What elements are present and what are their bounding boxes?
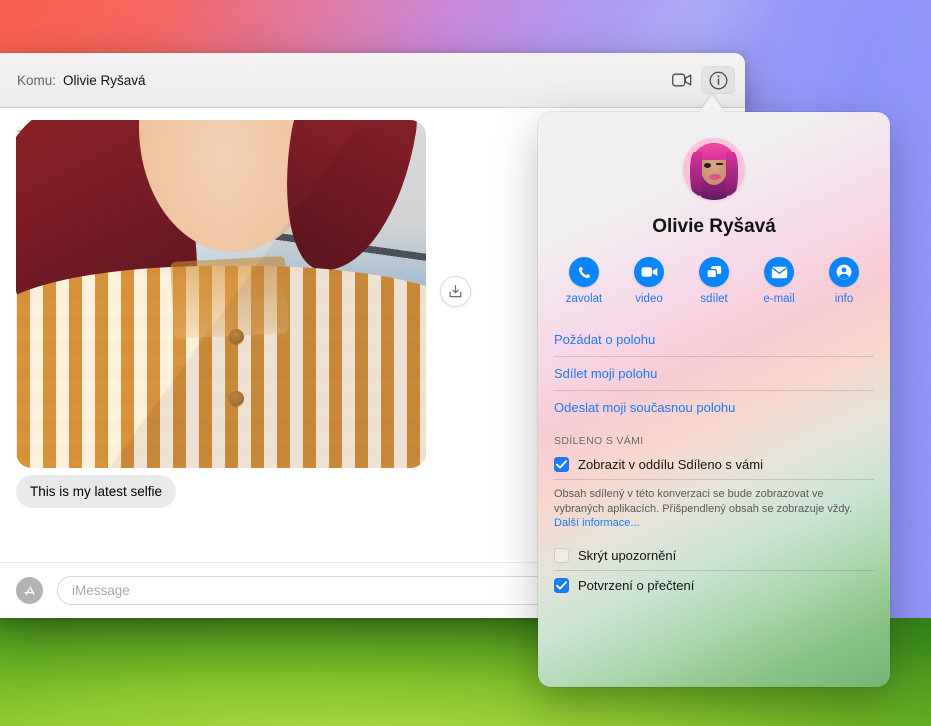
app-store-button[interactable] — [16, 577, 43, 604]
shared-with-you-heading: SDÍLENO S VÁMI — [538, 424, 890, 450]
window-titlebar: Komu: Olivie Ryšavá — [0, 53, 745, 108]
location-menu: Požádat o polohu Sdílet moji polohu Odes… — [538, 323, 890, 424]
checkbox-label: Zobrazit v oddílu Sdíleno s vámi — [578, 457, 763, 472]
action-info[interactable]: info — [816, 257, 872, 305]
checkbox-unchecked-icon[interactable] — [554, 548, 569, 563]
menu-item-request-location[interactable]: Požádat o polohu — [552, 323, 876, 356]
action-circle — [699, 257, 729, 287]
action-label: e-mail — [763, 293, 794, 305]
checkbox-row-hide-alerts[interactable]: Skrýt upozornění — [538, 541, 890, 570]
action-circle — [764, 257, 794, 287]
checkbox-row-show-in-shared-with-you[interactable]: Zobrazit v oddílu Sdíleno s vámi — [538, 450, 890, 479]
menu-item-send-current-location[interactable]: Odeslat moji současnou polohu — [552, 391, 876, 424]
action-label: sdílet — [700, 293, 728, 305]
popover-arrow — [698, 96, 726, 113]
contact-info-popover: Olivie Ryšavá zavolat video — [538, 112, 890, 687]
checkbox-row-read-receipts[interactable]: Potvrzení o přečtení — [538, 571, 890, 600]
memoji-avatar[interactable] — [683, 138, 745, 200]
avatar-lips — [709, 174, 721, 180]
action-label: video — [635, 293, 663, 305]
avatar-hair-side-right — [726, 152, 737, 197]
action-label: info — [835, 293, 854, 305]
quick-actions-row: zavolat video sdílet — [538, 238, 890, 305]
message-bubble-incoming[interactable]: This is my latest selfie — [16, 475, 176, 508]
checkmark-icon — [556, 581, 567, 590]
save-attachment-button[interactable] — [440, 276, 471, 307]
action-email[interactable]: e-mail — [751, 257, 807, 305]
video-call-button[interactable] — [665, 66, 699, 94]
action-sdilet[interactable]: sdílet — [686, 257, 742, 305]
menu-item-share-location[interactable]: Sdílet moji polohu — [552, 357, 876, 390]
action-circle — [829, 257, 859, 287]
avatar-hair-side-left — [690, 152, 701, 197]
details-button[interactable] — [701, 66, 735, 94]
checkbox-label: Potvrzení o přečtení — [578, 578, 694, 593]
photo-sun-shadow — [16, 120, 426, 468]
shared-with-you-note: Obsah sdílený v této konverzaci se bude … — [538, 480, 890, 541]
action-circle — [634, 257, 664, 287]
note-text: Obsah sdílený v této konverzaci se bude … — [554, 488, 852, 515]
action-circle — [569, 257, 599, 287]
screen-share-icon — [706, 265, 722, 279]
selfie-photo[interactable] — [16, 120, 426, 468]
action-label: zavolat — [566, 293, 602, 305]
app-store-icon — [22, 583, 38, 599]
checkbox-checked-icon[interactable] — [554, 457, 569, 472]
contact-name: Olivie Ryšavá — [538, 216, 890, 238]
checkbox-checked-icon[interactable] — [554, 578, 569, 593]
phone-icon — [577, 265, 592, 280]
video-camera-icon — [641, 266, 658, 278]
avatar-eye-right-wink — [716, 163, 723, 165]
action-zavolat[interactable]: zavolat — [556, 257, 612, 305]
video-camera-icon — [672, 73, 692, 87]
info-circle-icon — [709, 71, 728, 90]
checkmark-icon — [556, 460, 567, 469]
action-video[interactable]: video — [621, 257, 677, 305]
recipient-name: Olivie Ryšavá — [63, 73, 146, 88]
avatar-eye-left — [704, 163, 711, 168]
envelope-icon — [771, 266, 788, 279]
learn-more-link[interactable]: Další informace... — [554, 517, 640, 529]
download-tray-icon — [448, 284, 463, 299]
person-circle-icon — [836, 264, 852, 280]
checkbox-label: Skrýt upozornění — [578, 548, 676, 563]
to-label: Komu: — [17, 73, 56, 88]
